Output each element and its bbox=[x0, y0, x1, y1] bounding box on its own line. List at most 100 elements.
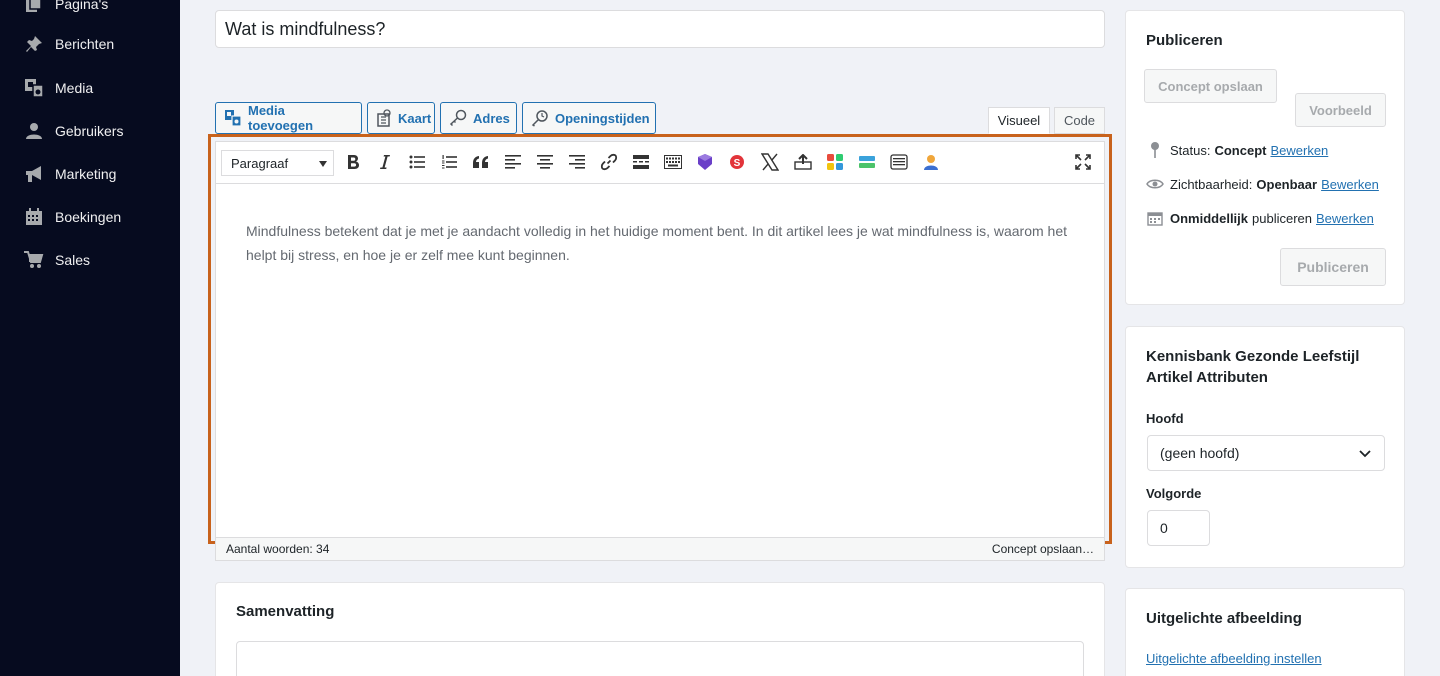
publish-box: Publiceren Concept opslaan Voorbeeld Sta… bbox=[1125, 10, 1405, 305]
publish-button[interactable]: Publiceren bbox=[1280, 248, 1386, 286]
sidebar-item-label: Boekingen bbox=[55, 209, 122, 225]
toolbar-toggle-button[interactable] bbox=[660, 151, 686, 177]
featured-image-heading: Uitgelichte afbeelding bbox=[1146, 610, 1302, 627]
link-button[interactable] bbox=[596, 151, 622, 177]
sidebar-item-users[interactable]: Gebruikers bbox=[0, 113, 180, 149]
attributes-heading: Kennisbank Gezonde Leefstijl Artikel Att… bbox=[1146, 348, 1360, 386]
italic-button[interactable] bbox=[372, 151, 398, 177]
summary-textarea[interactable] bbox=[236, 641, 1084, 676]
address-icon bbox=[449, 109, 467, 127]
eye-icon bbox=[1146, 175, 1164, 193]
status-row: Status: Concept Bewerken bbox=[1146, 141, 1328, 159]
autosave-status: Concept opslaan… bbox=[991, 542, 1094, 556]
fullscreen-icon bbox=[1075, 153, 1091, 175]
sidebar-item-label: Pagina's bbox=[55, 0, 109, 12]
chevron-down-icon bbox=[1358, 447, 1372, 463]
bar-plugin-button[interactable] bbox=[854, 151, 880, 177]
edit-status-link[interactable]: Bewerken bbox=[1270, 143, 1328, 158]
x-button[interactable] bbox=[757, 151, 783, 177]
bullet-list-button[interactable] bbox=[404, 151, 430, 177]
status-value: Concept bbox=[1214, 142, 1267, 158]
publish-heading: Publiceren bbox=[1146, 32, 1223, 49]
shield-plugin-icon bbox=[696, 153, 714, 176]
sidebar-item-posts[interactable]: Berichten bbox=[0, 26, 180, 62]
set-featured-image-link[interactable]: Uitgelichte afbeelding instellen bbox=[1146, 651, 1322, 666]
cart-icon bbox=[24, 250, 44, 270]
tab-code[interactable]: Code bbox=[1054, 107, 1105, 134]
person-plugin-button[interactable] bbox=[918, 151, 944, 177]
user-icon bbox=[24, 121, 44, 141]
bar-plugin-icon bbox=[858, 155, 876, 174]
address-label: Adres bbox=[473, 110, 510, 126]
schedule-value: Onmiddellijk bbox=[1170, 210, 1249, 226]
bold-button[interactable] bbox=[340, 151, 366, 177]
order-label: Volgorde bbox=[1146, 486, 1202, 501]
shield-plugin-button[interactable] bbox=[692, 151, 718, 177]
add-media-label: Media toevoegen bbox=[248, 103, 314, 133]
x-icon bbox=[760, 152, 780, 176]
sidebar-item-label: Sales bbox=[55, 252, 91, 268]
s-plugin-button[interactable]: S bbox=[724, 151, 750, 177]
editor-statusbar: Aantal woorden: 34 Concept opslaan… bbox=[215, 538, 1105, 561]
sidebar-item-media[interactable]: Media bbox=[0, 70, 180, 106]
align-left-button[interactable] bbox=[500, 151, 526, 177]
pages-icon bbox=[24, 0, 44, 14]
summary-heading: Samenvatting bbox=[236, 603, 335, 620]
post-title-input[interactable]: Wat is mindfulness? bbox=[215, 10, 1105, 48]
save-draft-button[interactable]: Concept opslaan bbox=[1144, 69, 1277, 103]
pin-icon bbox=[1146, 141, 1164, 159]
megaphone-icon bbox=[24, 164, 44, 184]
sidebar-item-label: Marketing bbox=[55, 166, 117, 182]
bullet-list-icon bbox=[409, 155, 425, 174]
sidebar-item-pages[interactable]: Pagina's bbox=[0, 0, 180, 22]
schedule-label: publiceren bbox=[1252, 210, 1313, 226]
edit-visibility-link[interactable]: Bewerken bbox=[1321, 177, 1379, 192]
address-button[interactable]: Adres bbox=[440, 102, 517, 134]
tab-visual[interactable]: Visueel bbox=[988, 107, 1050, 134]
calendar-icon bbox=[24, 207, 44, 227]
parent-select[interactable]: (geen hoofd) bbox=[1147, 435, 1385, 471]
format-select-value: Paragraaf bbox=[231, 155, 289, 171]
clock-icon bbox=[531, 109, 549, 127]
featured-image-box: Uitgelichte afbeelding Uitgelichte afbee… bbox=[1125, 588, 1405, 676]
admin-sidebar: Pagina's Berichten Media Gebruikers Mark… bbox=[0, 0, 180, 676]
italic-icon bbox=[379, 154, 391, 175]
sidebar-item-bookings[interactable]: Boekingen bbox=[0, 199, 180, 235]
grid-plugin-button[interactable] bbox=[822, 151, 848, 177]
align-right-button[interactable] bbox=[564, 151, 590, 177]
blockquote-icon bbox=[472, 155, 490, 174]
bold-icon bbox=[346, 154, 360, 175]
svg-text:S: S bbox=[734, 158, 741, 169]
sidebar-item-sales[interactable]: Sales bbox=[0, 242, 180, 278]
align-center-button[interactable] bbox=[532, 151, 558, 177]
opening-hours-button[interactable]: Openingstijden bbox=[522, 102, 656, 134]
map-button[interactable]: Kaart bbox=[367, 102, 435, 134]
schedule-row: Onmiddellijk publiceren Bewerken bbox=[1146, 209, 1374, 227]
calendar-icon bbox=[1146, 209, 1164, 227]
attributes-box: Kennisbank Gezonde Leefstijl Artikel Att… bbox=[1125, 326, 1405, 568]
upload-plugin-button[interactable] bbox=[790, 151, 816, 177]
blockquote-button[interactable] bbox=[468, 151, 494, 177]
map-icon bbox=[376, 109, 392, 127]
editor-content[interactable]: Mindfulness betekent dat je met je aanda… bbox=[216, 184, 1104, 302]
read-more-icon bbox=[633, 154, 649, 174]
align-center-icon bbox=[537, 154, 553, 174]
list-plugin-button[interactable] bbox=[886, 151, 912, 177]
list-plugin-icon bbox=[890, 153, 908, 175]
caret-down-icon bbox=[319, 161, 327, 167]
numbered-list-button[interactable] bbox=[436, 151, 462, 177]
sidebar-item-marketing[interactable]: Marketing bbox=[0, 156, 180, 192]
add-media-button[interactable]: Media toevoegen bbox=[215, 102, 362, 134]
visibility-label: Zichtbaarheid: bbox=[1170, 176, 1253, 192]
grid-plugin-icon bbox=[826, 153, 844, 176]
status-label: Status: bbox=[1170, 142, 1211, 158]
summary-box: Samenvatting bbox=[215, 582, 1105, 676]
preview-button[interactable]: Voorbeeld bbox=[1295, 93, 1386, 127]
order-input[interactable]: 0 bbox=[1147, 510, 1210, 546]
edit-schedule-link[interactable]: Bewerken bbox=[1316, 211, 1374, 226]
fullscreen-button[interactable] bbox=[1070, 151, 1096, 177]
read-more-button[interactable] bbox=[628, 151, 654, 177]
format-select[interactable]: Paragraaf bbox=[221, 150, 334, 176]
align-right-icon bbox=[569, 154, 585, 174]
parent-label: Hoofd bbox=[1146, 411, 1184, 426]
